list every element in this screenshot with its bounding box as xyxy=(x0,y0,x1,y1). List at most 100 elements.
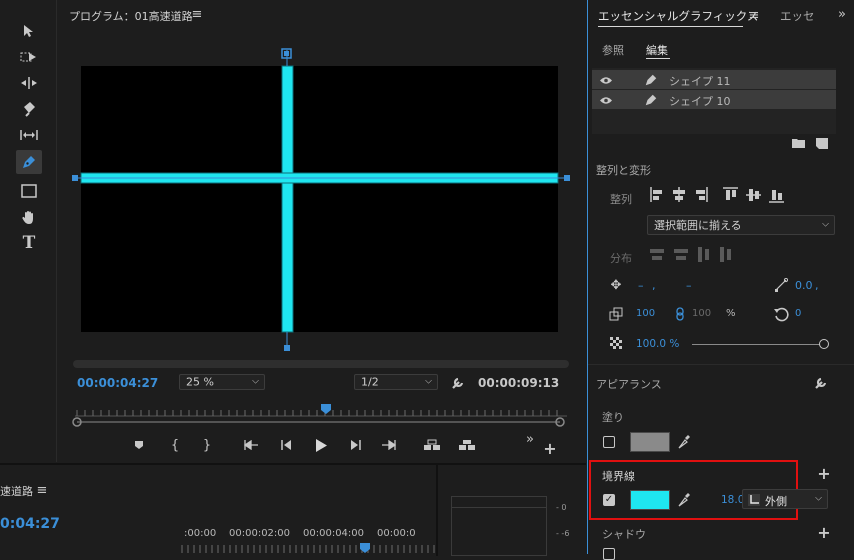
mark-out-icon[interactable]: } xyxy=(199,436,215,454)
monitor-scrollbar[interactable] xyxy=(73,360,569,368)
opacity-value[interactable]: 100.0 % xyxy=(636,338,679,350)
program-monitor-panel: プログラム：01高速道路 ≡ 00:00:04:27 25 % ⌵ 1/2 ⌵ … xyxy=(57,0,585,462)
hamburger-icon[interactable]: ≡ xyxy=(189,7,205,22)
opacity-slider[interactable] xyxy=(692,344,822,345)
align-target-select[interactable]: 選択範囲に揃える ⌵ xyxy=(647,215,835,235)
distribute-buttons xyxy=(650,247,731,262)
stroke-type-select[interactable]: 外側 ⌵ xyxy=(742,489,828,509)
button-editor-icon[interactable]: » xyxy=(523,432,537,447)
distribute-label: 分布 xyxy=(610,252,632,265)
essential-graphics-panel: エッセンシャルグラフィックス ≡ エッセ » 参照 編集 シェイプ 11 シェイ… xyxy=(587,0,854,560)
position-separator: , xyxy=(652,279,656,292)
list-item[interactable]: シェイプ 11 xyxy=(592,70,836,89)
layer-list: シェイプ 11 シェイプ 10 xyxy=(592,68,836,134)
type-tool-icon[interactable]: T xyxy=(18,232,40,254)
subtab-browse[interactable]: 参照 xyxy=(602,42,624,58)
layer-name: シェイプ 11 xyxy=(669,75,731,88)
active-tab-underline xyxy=(598,26,743,27)
position-x-value[interactable]: – xyxy=(638,279,644,292)
rotation-value[interactable]: 0 xyxy=(795,308,801,319)
eyedropper-icon[interactable] xyxy=(676,491,692,509)
timeline-timecode[interactable]: 0:04:27 xyxy=(0,516,60,532)
anchor-value[interactable]: 0.0 xyxy=(795,279,813,292)
chevron-down-icon: ⌵ xyxy=(815,493,822,504)
shadow-label: シャドウ xyxy=(602,528,646,541)
scale-value[interactable]: 100 xyxy=(636,308,655,319)
folder-icon[interactable] xyxy=(790,136,806,150)
panel-title[interactable]: プログラム：01高速道路 xyxy=(69,8,193,24)
playback-ruler[interactable] xyxy=(69,400,573,432)
stroke-type-value: 外側 xyxy=(765,495,787,508)
selection-tool-icon[interactable] xyxy=(18,20,40,42)
ripple-edit-tool-icon[interactable] xyxy=(18,72,40,94)
extract-icon[interactable] xyxy=(456,436,478,454)
eye-icon[interactable] xyxy=(598,92,614,108)
tab-other[interactable]: エッセ xyxy=(780,8,815,24)
align-target-value: 選択範囲に揃える xyxy=(654,219,742,232)
resolution-select[interactable]: 1/2 ⌵ xyxy=(354,374,438,390)
wrench-icon[interactable] xyxy=(450,373,468,391)
pen-shape-icon xyxy=(642,91,660,109)
timeline-divider xyxy=(436,465,438,556)
new-layer-icon[interactable] xyxy=(814,136,830,150)
section-appearance: アピアランス xyxy=(596,378,662,391)
timeline-title[interactable]: 速道路 xyxy=(0,483,33,499)
slip-tool-icon[interactable] xyxy=(18,124,40,146)
eye-icon[interactable] xyxy=(598,72,614,88)
step-forward-icon[interactable] xyxy=(347,436,365,454)
zoom-value: 25 % xyxy=(186,375,214,389)
current-timecode[interactable]: 00:00:04:27 xyxy=(77,376,158,390)
fill-color-swatch[interactable] xyxy=(630,432,670,452)
ruler-label: 00:00:04:00 xyxy=(303,528,365,539)
eyedropper-icon[interactable] xyxy=(676,433,692,451)
section-align-transform: 整列と変形 xyxy=(596,164,651,177)
mark-in-icon[interactable]: { xyxy=(167,436,183,454)
add-marker-icon[interactable] xyxy=(131,436,147,454)
audio-meter xyxy=(451,496,547,556)
fill-checkbox[interactable] xyxy=(603,436,615,448)
lift-icon[interactable] xyxy=(421,436,443,454)
track-select-tool-icon[interactable] xyxy=(18,46,40,68)
pen-tool-icon[interactable] xyxy=(16,150,42,174)
add-stroke-icon[interactable]: + xyxy=(816,464,832,483)
position-icon: ✥ xyxy=(610,277,622,293)
shadow-checkbox[interactable] xyxy=(603,548,615,560)
subtab-underline xyxy=(646,58,670,59)
subtab-edit[interactable]: 編集 xyxy=(646,42,668,58)
hand-tool-icon[interactable] xyxy=(18,206,40,228)
fill-label: 塗り xyxy=(602,411,624,424)
go-to-out-icon[interactable] xyxy=(379,436,399,454)
add-button-icon[interactable]: + xyxy=(542,439,558,458)
chevron-down-icon: ⌵ xyxy=(425,376,432,387)
wrench-icon[interactable] xyxy=(814,374,830,390)
ruler-label: 00:00:0 xyxy=(377,528,416,539)
razor-tool-icon[interactable] xyxy=(18,98,40,120)
scale-unit: % xyxy=(726,308,736,319)
list-item[interactable]: シェイプ 10 xyxy=(592,90,836,109)
hamburger-icon[interactable]: ≡ xyxy=(746,8,762,23)
go-to-in-icon[interactable] xyxy=(241,436,261,454)
zoom-select[interactable]: 25 % ⌵ xyxy=(179,374,265,390)
scale-linked-value: 100 xyxy=(692,308,712,319)
expand-panels-icon[interactable]: » xyxy=(834,6,850,22)
stroke-width-value[interactable]: 18.0 xyxy=(721,494,744,506)
scale-icon xyxy=(608,306,624,322)
stroke-checkbox[interactable]: ✓ xyxy=(603,494,615,506)
hamburger-icon[interactable]: ≡ xyxy=(34,483,50,498)
rectangle-tool-icon[interactable] xyxy=(18,180,40,202)
step-back-icon[interactable] xyxy=(277,436,295,454)
link-icon[interactable] xyxy=(674,306,686,322)
section-divider xyxy=(588,364,854,365)
align-label: 整列 xyxy=(610,193,632,206)
tab-essential-graphics[interactable]: エッセンシャルグラフィックス xyxy=(598,8,758,24)
position-y-value[interactable]: – xyxy=(686,279,692,292)
pen-shape-icon xyxy=(642,71,660,89)
stroke-color-swatch[interactable] xyxy=(630,490,670,510)
stroke-label: 境界線 xyxy=(602,470,635,483)
play-icon[interactable] xyxy=(311,435,331,455)
align-buttons[interactable] xyxy=(648,185,798,205)
shape-overlay[interactable] xyxy=(57,40,585,360)
add-shadow-icon[interactable]: + xyxy=(816,523,832,542)
opacity-slider-knob[interactable] xyxy=(819,339,829,349)
meter-scale-icon: - 0 xyxy=(556,503,567,512)
